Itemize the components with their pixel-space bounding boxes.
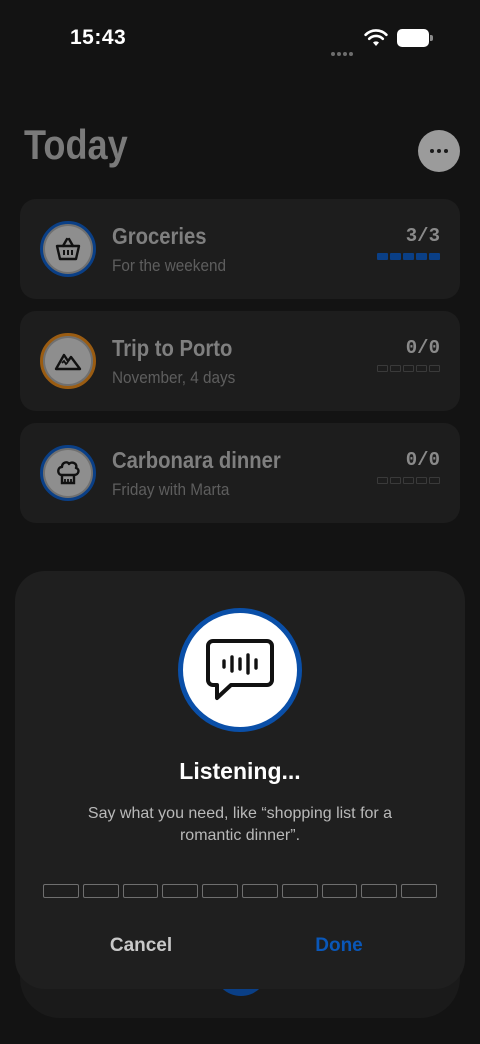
list-card-groceries[interactable]: Groceries For the weekend 3/3 (20, 199, 460, 299)
level-segment (281, 884, 318, 898)
progress-segment (403, 365, 414, 372)
level-segment (202, 884, 238, 898)
progress-bar (377, 365, 440, 372)
progress-segment (390, 253, 401, 260)
cancel-button[interactable]: Cancel (91, 931, 191, 961)
card-count: 0/0 (405, 337, 440, 359)
level-segment (43, 884, 79, 898)
status-time: 15:43 (70, 26, 127, 49)
chef-hat-icon (57, 461, 80, 485)
level-segment (321, 884, 358, 898)
progress-segment (377, 253, 388, 260)
card-count: 3/3 (405, 225, 440, 247)
progress-segment (416, 253, 427, 260)
progress-segment (377, 365, 388, 372)
screen: 15:43 Today Groceries For the weekend 3/… (0, 0, 480, 1044)
ellipsis-icon (430, 149, 434, 153)
progress-segment (390, 477, 401, 484)
level-segment (122, 884, 159, 898)
wifi-icon (364, 29, 388, 46)
progress-bar (377, 253, 440, 260)
mountain-icon (54, 353, 82, 371)
voice-badge (178, 608, 302, 732)
more-button[interactable] (418, 130, 460, 172)
card-subtitle: For the weekend (112, 256, 226, 275)
status-bar: 15:43 (0, 0, 480, 76)
progress-bar (377, 477, 440, 484)
progress-segment (416, 477, 427, 484)
level-segment (241, 884, 278, 898)
page-title: Today (24, 121, 128, 168)
card-subtitle: November, 4 days (112, 368, 236, 387)
progress-segment (377, 477, 388, 484)
level-segment (401, 884, 437, 898)
level-segment (361, 884, 398, 898)
cellular-signal-icon (331, 43, 355, 56)
list-card-trip[interactable]: Trip to Porto November, 4 days 0/0 (20, 311, 460, 411)
progress-segment (416, 365, 427, 372)
card-title: Groceries (112, 223, 207, 249)
voice-input-sheet: Listening... Say what you need, like “sh… (15, 571, 465, 989)
card-icon-ring (40, 333, 96, 389)
level-segment (162, 884, 199, 898)
audio-level-meter (43, 884, 437, 898)
card-icon-ring (40, 221, 96, 277)
progress-segment (403, 477, 414, 484)
list-card-carbonara[interactable]: Carbonara dinner Friday with Marta 0/0 (20, 423, 460, 523)
progress-segment (429, 477, 440, 484)
progress-segment (429, 365, 440, 372)
progress-segment (429, 253, 440, 260)
card-title: Trip to Porto (112, 335, 233, 361)
done-button[interactable]: Done (289, 931, 389, 961)
card-subtitle: Friday with Marta (112, 480, 230, 499)
progress-segment (403, 253, 414, 260)
sheet-message: Say what you need, like “shopping list f… (87, 805, 393, 844)
card-icon-ring (40, 445, 96, 501)
card-title: Carbonara dinner (112, 447, 281, 473)
basket-icon (55, 237, 81, 261)
progress-segment (390, 365, 401, 372)
sheet-title: Listening... (179, 758, 301, 784)
battery-icon (397, 29, 433, 47)
voice-message-icon (206, 639, 274, 700)
level-segment (82, 884, 119, 898)
card-count: 0/0 (405, 449, 440, 471)
